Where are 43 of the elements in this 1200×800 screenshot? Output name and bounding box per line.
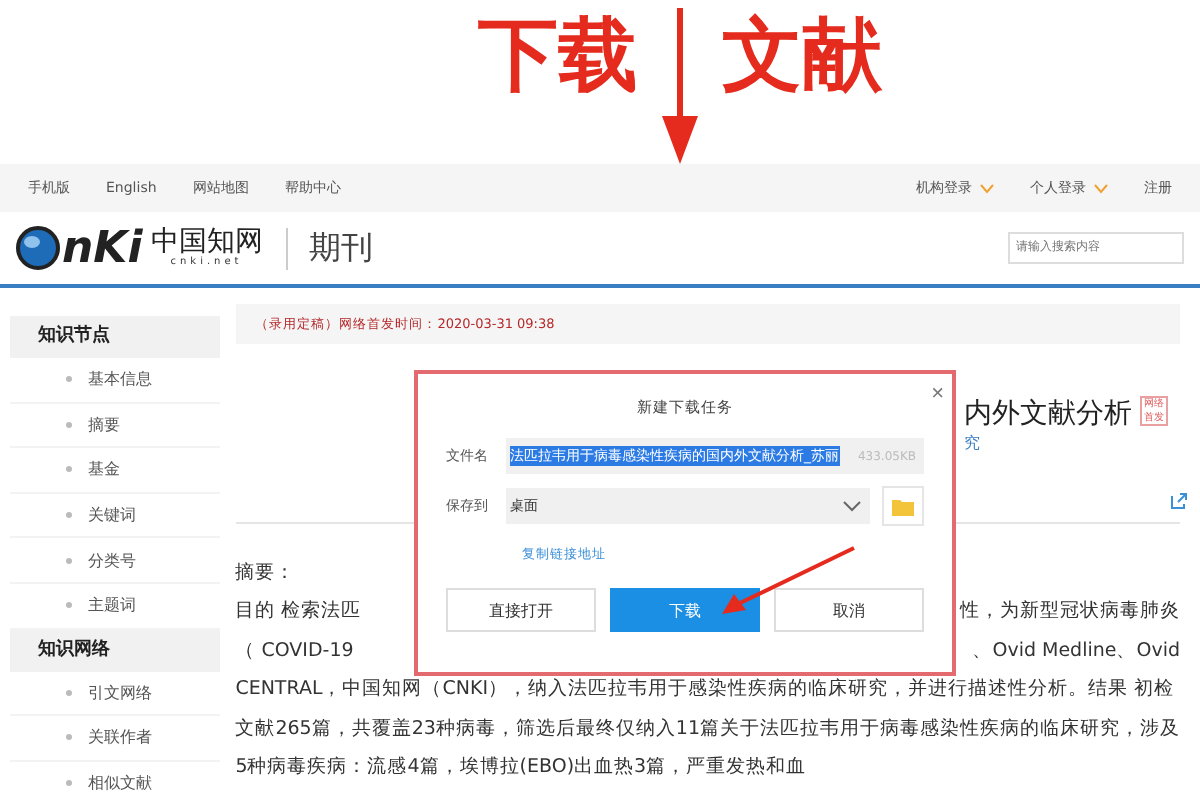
- sidebar-heading: 知识节点: [10, 316, 220, 358]
- logo-text: 中国知网: [150, 228, 263, 256]
- sidebar-item[interactable]: 关键词: [88, 504, 136, 527]
- sidebar-item[interactable]: 关联作者: [88, 726, 152, 749]
- dialog-button[interactable]: 直接打开: [446, 588, 596, 632]
- logo-text: nKi: [62, 223, 143, 273]
- abstract-text: 性，为新型冠状病毒肺炎: [960, 598, 1180, 626]
- export-icon: [1170, 492, 1188, 510]
- annotation-text: 下载: [478, 16, 638, 96]
- abstract-text: 、Ovid Medline、Ovid: [972, 637, 1180, 665]
- annotation-text: 文献: [722, 16, 882, 96]
- abstract-text: 文献265篇，共覆盖23种病毒，筛选后最终仅纳入11篇关于法匹拉韦用于病毒感染性疾病的临床研究，涉及: [235, 715, 1180, 743]
- section-title: 期刊: [286, 227, 373, 269]
- dialog-button[interactable]: 取消: [774, 588, 924, 632]
- article-title: 内外文献分析: [964, 396, 1132, 432]
- sidebar-item[interactable]: 分类号: [88, 549, 136, 572]
- abstract-text: （ COVID-19: [235, 637, 354, 665]
- sidebar-heading: 知识网络: [10, 629, 220, 672]
- bullet-icon: [66, 512, 72, 519]
- bullet-icon: [66, 421, 72, 428]
- close-button[interactable]: ×: [931, 382, 944, 406]
- sidebar-item[interactable]: 主题词: [88, 594, 136, 617]
- author-link[interactable]: 究: [964, 432, 980, 460]
- sidebar-item[interactable]: 基本信息: [88, 368, 152, 391]
- abstract-text: 目的 检索法匹: [235, 598, 362, 626]
- bullet-icon: [66, 557, 72, 564]
- abstract-text: CENTRAL，中国知网（CNKI），纳入法匹拉韦用于感染性疾病的临床研究，并进行描述性分析。结果 初检: [235, 676, 1175, 704]
- bullet-icon: [66, 780, 72, 787]
- sidebar-item[interactable]: 相似文献: [88, 772, 152, 795]
- abstract-label: 摘要：: [235, 560, 298, 586]
- bullet-icon: [66, 376, 72, 383]
- export-link[interactable]: [1170, 492, 1188, 510]
- bullet-icon: [66, 689, 72, 696]
- folder-icon: [892, 497, 914, 515]
- sidebar-item[interactable]: 引文网络: [88, 681, 152, 704]
- bullet-icon: [66, 466, 72, 473]
- abstract-text: 5种病毒疾病：流感4篇，埃博拉(EBO)出血热3篇，严重发热和血: [235, 754, 807, 782]
- sidebar-item[interactable]: 摘要: [88, 413, 120, 436]
- bullet-icon: [66, 734, 72, 741]
- globe-icon: [16, 226, 60, 270]
- bullet-icon: [66, 602, 72, 609]
- chevron-icon: [842, 500, 862, 512]
- sidebar-item[interactable]: 基金: [88, 458, 120, 481]
